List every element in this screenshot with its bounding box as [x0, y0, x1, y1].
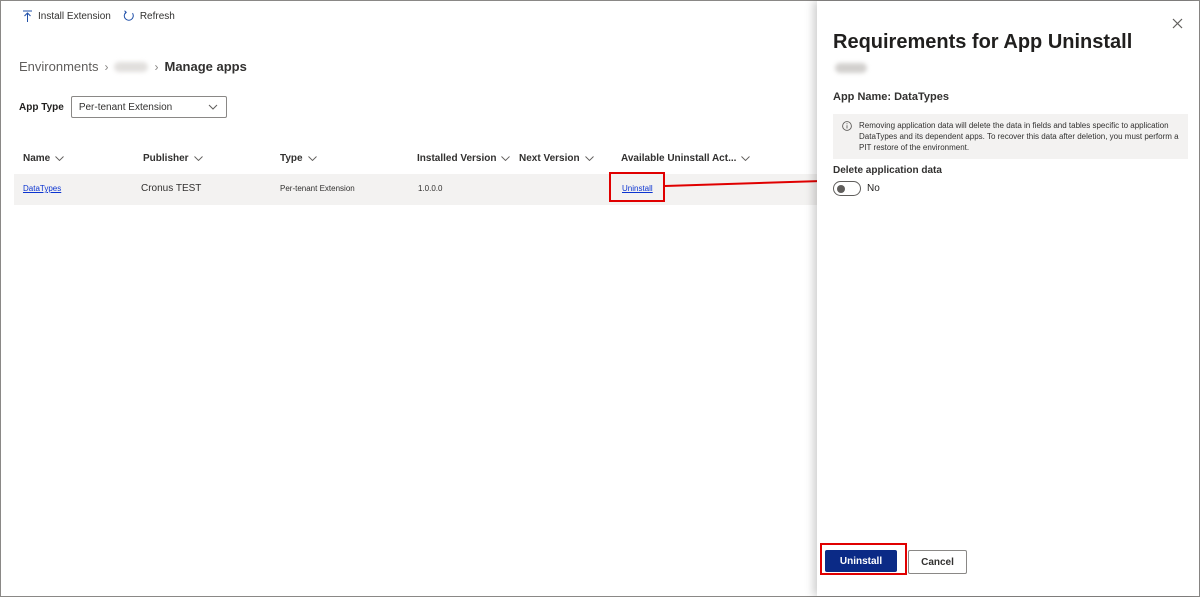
chevron-down-icon — [55, 156, 65, 161]
uninstall-button[interactable]: Uninstall — [825, 550, 897, 572]
column-label: Name — [23, 153, 51, 164]
breadcrumb-environments[interactable]: Environments — [19, 59, 98, 74]
chevron-right-icon: › — [104, 59, 109, 74]
chevron-down-icon — [193, 156, 203, 161]
toggle-knob — [837, 185, 845, 193]
refresh-button[interactable]: Refresh — [123, 10, 175, 22]
info-icon — [842, 121, 852, 131]
cancel-button[interactable]: Cancel — [908, 550, 967, 574]
installed-version-cell: 1.0.0.0 — [418, 184, 443, 193]
column-label: Installed Version — [417, 153, 497, 164]
chevron-down-icon — [741, 156, 751, 161]
column-header-type[interactable]: Type — [280, 153, 317, 164]
breadcrumb-current: Manage apps — [164, 59, 247, 74]
column-header-next-version[interactable]: Next Version — [519, 153, 594, 164]
column-label: Publisher — [143, 153, 189, 164]
column-header-name[interactable]: Name — [23, 153, 65, 164]
chevron-right-icon: › — [154, 59, 159, 74]
uninstall-panel: Requirements for App Uninstall App Name:… — [817, 1, 1199, 596]
column-label: Type — [280, 153, 303, 164]
refresh-icon — [123, 10, 134, 21]
delete-data-label: Delete application data — [833, 165, 942, 176]
breadcrumb-environment-redacted[interactable] — [114, 61, 149, 72]
install-extension-label: Install Extension — [38, 10, 111, 22]
delete-data-toggle[interactable] — [833, 181, 861, 196]
refresh-label: Refresh — [139, 10, 175, 22]
table-header: Name Publisher Type Installed Version Ne… — [14, 150, 817, 168]
breadcrumb: Environments › › Manage apps — [19, 59, 247, 74]
column-header-uninstall-actions[interactable]: Available Uninstall Act... — [621, 153, 751, 164]
column-header-installed-version[interactable]: Installed Version — [417, 153, 511, 164]
publisher-cell: Cronus TEST — [141, 183, 202, 194]
type-cell: Per-tenant Extension — [280, 184, 355, 193]
chevron-down-icon — [584, 156, 594, 161]
column-label: Next Version — [519, 153, 580, 164]
app-name-link[interactable]: DataTypes — [23, 184, 61, 193]
annotation-arrow — [664, 175, 834, 187]
app-type-dropdown[interactable]: Per-tenant Extension — [70, 96, 227, 118]
column-label: Available Uninstall Act... — [621, 153, 737, 164]
chevron-down-icon — [208, 104, 218, 110]
upload-icon — [23, 10, 32, 22]
command-bar: Install Extension Refresh — [22, 10, 187, 22]
app-type-label: App Type — [19, 101, 64, 113]
info-message: Removing application data will delete th… — [833, 114, 1188, 159]
column-header-publisher[interactable]: Publisher — [143, 153, 203, 164]
toggle-state-text: No — [867, 183, 880, 194]
highlight-box — [609, 172, 665, 202]
panel-subtitle-redacted — [835, 63, 867, 73]
panel-title: Requirements for App Uninstall — [833, 31, 1133, 53]
app-name-label: App Name: DataTypes — [833, 91, 949, 103]
info-message-text: Removing application data will delete th… — [859, 121, 1179, 152]
chevron-down-icon — [501, 156, 511, 161]
app-type-selected: Per-tenant Extension — [78, 101, 173, 113]
close-icon[interactable] — [1172, 18, 1183, 29]
delete-data-toggle-group: No — [833, 181, 880, 196]
install-extension-button[interactable]: Install Extension — [22, 10, 111, 22]
chevron-down-icon — [307, 156, 317, 161]
app-type-filter: App Type Per-tenant Extension — [19, 96, 227, 118]
